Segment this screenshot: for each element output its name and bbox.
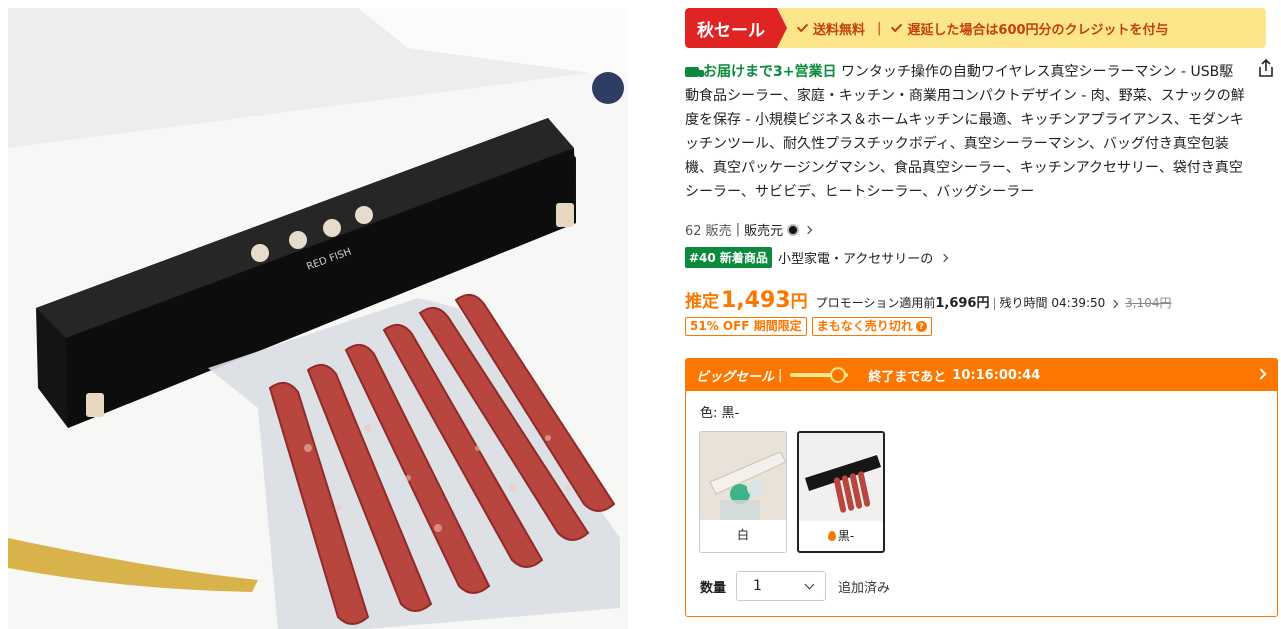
product-title: お届けまで3+営業日 ワンタッチ操作の自動ワイヤレス真空シーラーマシン - US… xyxy=(685,60,1245,204)
timer-label: 残り時間 xyxy=(999,296,1048,310)
added-status: 追加済み xyxy=(838,580,891,596)
help-icon[interactable]: ? xyxy=(915,321,927,332)
chevron-down-icon xyxy=(804,579,815,590)
free-shipping-text: 送料無料 xyxy=(813,22,866,38)
price-estimate-label: 推定 xyxy=(685,292,719,312)
delivery-estimate: お届けまで3+営業日 xyxy=(685,64,836,80)
product-photo-drawing: RED FISH xyxy=(8,8,628,629)
late-credit-text: 遅延した場合は600円分のクレジットを付与 xyxy=(907,22,1169,38)
clock-icon xyxy=(830,367,847,383)
share-icon[interactable] xyxy=(1257,58,1275,78)
selling-out-text: まもなく売り切れ xyxy=(816,319,913,333)
sold-count: 62 販売 xyxy=(685,224,732,239)
variant-black-thumbnail xyxy=(799,433,883,521)
quantity-value: 1 xyxy=(753,578,762,594)
variant-white-label: 白 xyxy=(736,528,749,542)
quantity-label: 数量 xyxy=(700,580,727,596)
price-separator: | xyxy=(992,296,997,310)
quantity-row: 数量 1 追加済み xyxy=(700,571,890,601)
autumn-sale-badge: 秋セール xyxy=(685,8,787,48)
late-credit-label: 遅延した場合は600円分のクレジットを付与 xyxy=(891,19,1169,38)
chevron-right-icon xyxy=(1255,368,1267,380)
product-title-text: ワンタッチ操作の自動ワイヤレス真空シーラーマシン - USB駆動食品シーラー、家… xyxy=(685,64,1245,200)
price-before-label: プロモーション適用前 xyxy=(815,296,936,310)
variant-black-image xyxy=(799,433,883,521)
check-icon xyxy=(891,20,903,33)
sales-separator: | xyxy=(735,222,741,237)
variant-white-thumbnail xyxy=(700,432,786,520)
big-sale-separator: | xyxy=(778,367,783,383)
truck-icon xyxy=(685,67,704,77)
discount-tag: 51% OFF 期間限定 xyxy=(685,317,807,336)
timer-value: 04:39:50 xyxy=(1051,296,1106,310)
price-tags: 51% OFF 期間限定 まもなく売り切れ? xyxy=(685,317,932,336)
variant-black-caption: 黒- xyxy=(799,521,883,551)
rank-category: 小型家電・アクセサリーの xyxy=(777,252,934,267)
price-timer[interactable]: 残り時間 04:39:50 xyxy=(999,294,1119,311)
chevron-right-icon xyxy=(940,253,949,262)
promo-banner[interactable]: 秋セール 送料無料 | 遅延した場合は600円分のクレジットを付与 xyxy=(685,8,1266,48)
price-before-amount: 1,696円 xyxy=(935,296,990,311)
chevron-right-icon xyxy=(1109,299,1119,309)
seller-link[interactable]: 販売元 xyxy=(744,220,783,239)
big-sale-box: ビッグセール | 終了まであと 10:16:00:44 色: 黒- 白 黒- 数… xyxy=(685,358,1278,617)
selling-out-tag[interactable]: まもなく売り切れ? xyxy=(811,317,932,336)
product-main-image[interactable]: RED FISH xyxy=(8,8,628,629)
seller-avatar-icon[interactable] xyxy=(787,223,800,236)
price-currency: 円 xyxy=(790,292,808,312)
rank-badge: #40 新着商品 xyxy=(685,247,772,268)
color-label: 色: 黒- xyxy=(700,406,740,421)
variant-black-label: 黒- xyxy=(837,529,855,543)
chevron-right-icon xyxy=(803,225,813,234)
sale-ends-label: 終了まであと xyxy=(868,369,947,385)
sales-info: 62 販売 | 販売元 xyxy=(685,220,813,239)
variant-option-black[interactable]: 黒- xyxy=(797,431,885,553)
price-before-promo: プロモーション適用前1,696円 xyxy=(816,292,990,311)
big-sale-header[interactable]: ビッグセール | 終了まであと 10:16:00:44 xyxy=(686,359,1277,391)
sale-progress-icon xyxy=(790,367,849,383)
delivery-text: お届けまで3+営業日 xyxy=(703,64,837,80)
ranking-info[interactable]: #40 新着商品 小型家電・アクセサリーの xyxy=(685,247,949,268)
price-row: 推定 1,493 円 プロモーション適用前1,696円 | 残り時間 04:39… xyxy=(685,287,1171,313)
sale-countdown: 10:16:00:44 xyxy=(952,367,1041,383)
variant-option-white[interactable]: 白 xyxy=(699,431,787,553)
price-original: 3,104円 xyxy=(1125,296,1172,310)
big-sale-label: ビッグセール xyxy=(696,369,775,385)
hot-flame-icon xyxy=(827,531,836,541)
free-shipping-label: 送料無料 xyxy=(796,19,866,38)
check-icon xyxy=(796,20,809,33)
quantity-select[interactable]: 1 xyxy=(736,571,827,601)
price-amount: 1,493 xyxy=(721,288,791,313)
promo-separator: | xyxy=(877,20,882,36)
variant-white-image xyxy=(700,432,786,520)
seller-label: 販売元 xyxy=(744,224,784,239)
